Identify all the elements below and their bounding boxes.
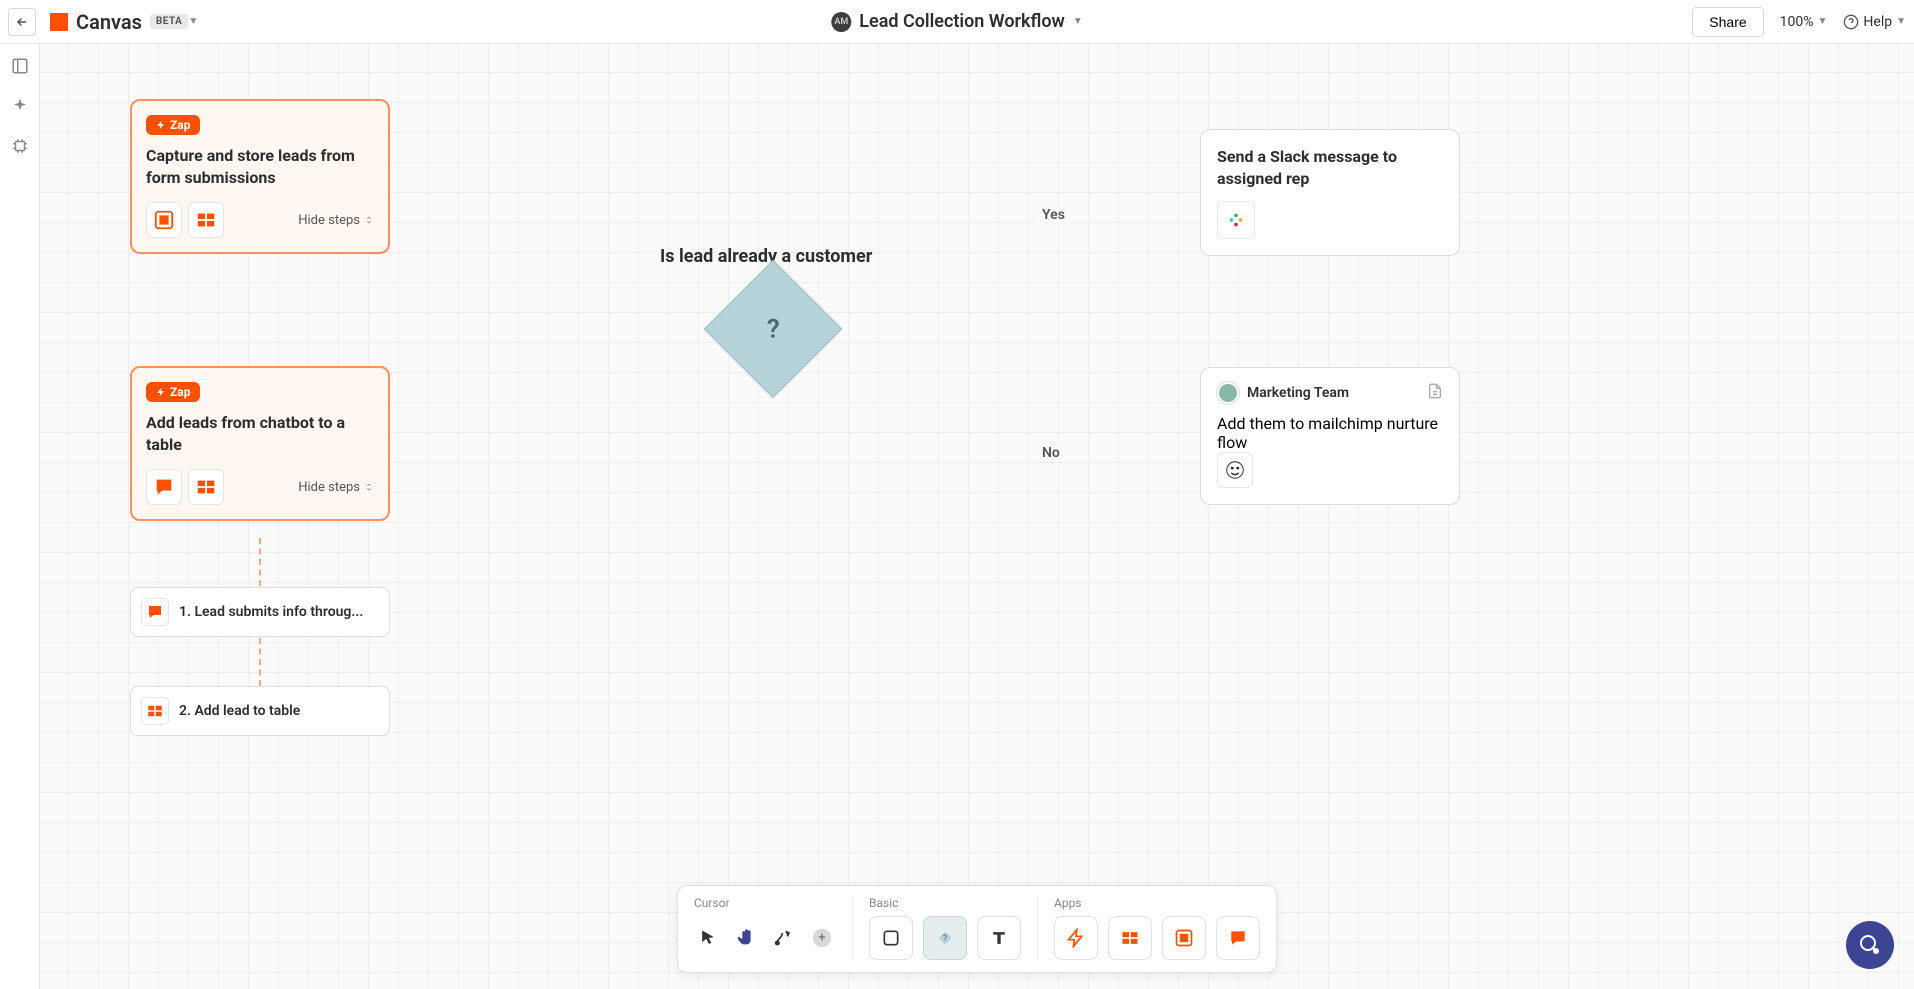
interfaces-icon [1174, 928, 1194, 948]
tool-app-tables[interactable] [1108, 916, 1152, 960]
chevron-down-icon[interactable]: ▼ [188, 16, 198, 27]
toolbar-section-apps: Apps [1054, 896, 1260, 910]
step-card-1[interactable]: 1. Lead submits info throug... [130, 587, 390, 637]
help-label: Help [1863, 14, 1892, 30]
share-button[interactable]: Share [1692, 7, 1763, 37]
hide-steps-toggle[interactable]: Hide steps [298, 213, 374, 228]
chevron-down-icon: ▼ [1896, 16, 1906, 27]
branch-label-no: No [1036, 445, 1066, 461]
dashed-connector [259, 638, 261, 686]
help-button[interactable]: Help ▼ [1843, 14, 1906, 30]
zoom-level-dropdown[interactable]: 100% ▼ [1780, 14, 1828, 30]
note-icon[interactable] [1427, 383, 1443, 403]
step-card-2[interactable]: 2. Add lead to table [130, 686, 390, 736]
diamond-icon: ? [934, 927, 956, 949]
app-tables-icon [141, 697, 169, 725]
toolbar-section-basic: Basic [869, 896, 1021, 910]
comment-icon: + [811, 927, 833, 949]
arrow-left-icon [15, 15, 29, 29]
zap-pill: Zap [146, 115, 200, 135]
app-interfaces-icon [146, 202, 182, 238]
zapier-logo-icon [50, 13, 68, 31]
app-tables-icon [188, 469, 224, 505]
panel-icon [11, 57, 29, 75]
chevron-updown-icon [364, 482, 374, 492]
canvas[interactable]: Zap Capture and store leads from form su… [40, 44, 1914, 989]
zap-card-capture-leads[interactable]: Zap Capture and store leads from form su… [130, 99, 390, 254]
app-mailchimp-icon [1217, 452, 1253, 488]
zoom-value: 100% [1780, 14, 1814, 30]
chevron-updown-icon [364, 215, 374, 225]
svg-text:?: ? [943, 934, 947, 944]
hand-icon [735, 927, 757, 949]
tool-text[interactable] [977, 916, 1021, 960]
action-card-mailchimp[interactable]: Marketing Team Add them to mailchimp nur… [1200, 367, 1460, 505]
action-card-slack[interactable]: Send a Slack message to assigned rep [1200, 129, 1460, 256]
sidebar-item-sparkle[interactable] [10, 96, 30, 116]
tables-icon [1120, 928, 1140, 948]
toolbar-section-cursor: Cursor [694, 896, 836, 910]
branch-label-yes: Yes [1036, 207, 1071, 223]
lightning-icon [1066, 928, 1086, 948]
connector-icon [774, 928, 794, 948]
chevron-down-icon: ▼ [1818, 16, 1828, 27]
zap-pill: Zap [146, 382, 200, 402]
tool-app-chatbot[interactable] [1216, 916, 1260, 960]
tool-comment[interactable]: + [808, 916, 836, 960]
chatbot-icon [1228, 928, 1248, 948]
left-sidebar [0, 44, 40, 989]
team-avatar [1217, 382, 1239, 404]
action-card-title: Add them to mailchimp nurture flow [1217, 414, 1443, 452]
beta-badge: BETA [150, 14, 189, 29]
tool-app-zap[interactable] [1054, 916, 1098, 960]
app-chatbot-icon [146, 469, 182, 505]
app-chatbot-icon [141, 598, 169, 626]
app-slack-icon [1217, 201, 1255, 239]
dashed-connector [259, 538, 261, 586]
svg-text:+: + [818, 931, 825, 946]
bottom-toolbar: Cursor + Basic [677, 885, 1277, 973]
zap-card-chatbot-leads[interactable]: Zap Add leads from chatbot to a table Hi… [130, 366, 390, 521]
help-icon [1843, 14, 1859, 30]
sparkle-icon [11, 97, 29, 115]
tool-hand[interactable] [732, 916, 760, 960]
team-name-label: Marketing Team [1247, 385, 1349, 401]
sidebar-item-panel[interactable] [10, 56, 30, 76]
user-avatar: AM [831, 12, 851, 32]
step-label: 1. Lead submits info throug... [179, 604, 363, 620]
decision-question-label: Is lead already a customer [660, 246, 872, 267]
help-fab-button[interactable] [1846, 921, 1894, 969]
zap-card-title: Capture and store leads from form submis… [146, 145, 374, 188]
lightning-icon [156, 386, 166, 398]
tool-app-interfaces[interactable] [1162, 916, 1206, 960]
sidebar-item-chip[interactable] [10, 136, 30, 156]
tool-decision[interactable]: ? [923, 916, 967, 960]
text-icon [989, 928, 1009, 948]
chat-help-icon [1858, 933, 1882, 957]
document-title: Lead Collection Workflow [859, 11, 1065, 32]
app-title: Canvas [76, 10, 142, 34]
hide-steps-toggle[interactable]: Hide steps [298, 480, 374, 495]
action-card-title: Send a Slack message to assigned rep [1217, 146, 1443, 189]
chevron-down-icon[interactable]: ▼ [1073, 16, 1083, 27]
chip-icon [11, 137, 29, 155]
tool-rectangle[interactable] [869, 916, 913, 960]
document-title-area[interactable]: AM Lead Collection Workflow ▼ [831, 11, 1082, 32]
topbar: Canvas BETA ▼ AM Lead Collection Workflo… [0, 0, 1914, 44]
lightning-icon [156, 119, 166, 131]
app-tables-icon [188, 202, 224, 238]
tool-cursor[interactable] [694, 916, 722, 960]
zap-pill-label: Zap [170, 385, 190, 399]
cursor-icon [698, 928, 718, 948]
rectangle-icon [881, 928, 901, 948]
zap-card-title: Add leads from chatbot to a table [146, 412, 374, 455]
tool-connector[interactable] [770, 916, 798, 960]
zap-pill-label: Zap [170, 118, 190, 132]
step-label: 2. Add lead to table [179, 703, 300, 719]
decision-symbol: ? [767, 314, 780, 344]
back-button[interactable] [8, 8, 36, 36]
decision-node[interactable]: ? [704, 260, 843, 399]
